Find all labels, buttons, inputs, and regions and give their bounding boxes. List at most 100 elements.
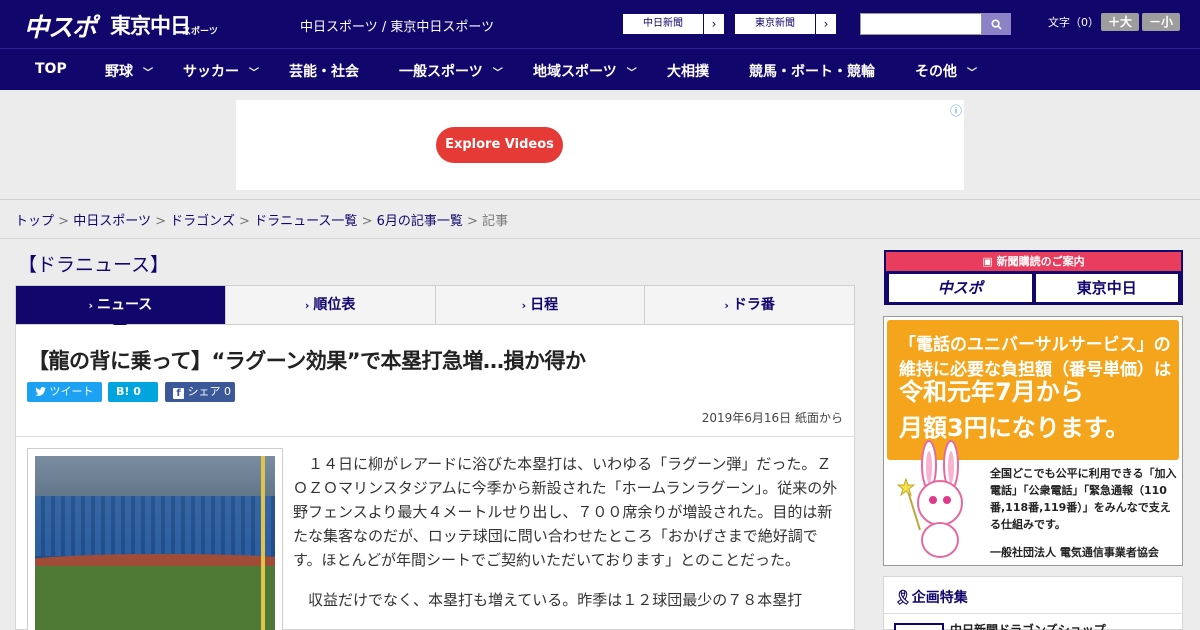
chuspo-logo[interactable]: 中スポ xyxy=(24,8,97,44)
article-dateline: 2019年6月16日 紙面から xyxy=(701,411,843,425)
breadcrumb-separator: > xyxy=(239,214,250,229)
nav-item-label: 地域スポーツ xyxy=(533,64,617,80)
search-button[interactable] xyxy=(982,13,1011,35)
font-larger-button[interactable]: ＋大 xyxy=(1101,13,1139,31)
photo-foul-pole xyxy=(261,456,265,630)
nav-item-entertainment[interactable]: 芸能・社会 xyxy=(289,61,359,81)
stadium-photo xyxy=(35,456,275,630)
nav-item-sumo[interactable]: 大相撲 xyxy=(667,61,709,81)
subscription-box[interactable]: ▣ 新聞購読のご案内 中スポ 東京中日 xyxy=(884,250,1183,305)
section-tabs: › ニュース › 順位表 › 日程 › ドラ番 xyxy=(15,285,855,332)
article-photo-frame[interactable] xyxy=(27,448,283,630)
bunny-mascot-icon xyxy=(896,440,963,558)
nav-item-keiba[interactable]: 競馬・ボート・競輪 xyxy=(749,61,875,81)
chevron-right-icon: › xyxy=(521,299,527,312)
tab-label: 日程 xyxy=(530,297,559,313)
nav-item-label: 大相撲 xyxy=(667,64,709,80)
nav-item-other[interactable]: その他 ﹀ xyxy=(915,61,977,81)
nav-item-label: 競馬・ボート・競輪 xyxy=(749,64,875,80)
search-input[interactable] xyxy=(860,13,982,35)
tab-label: 順位表 xyxy=(313,297,356,313)
subscription-heading-label: 新聞購読のご案内 xyxy=(996,255,1085,268)
photo-field xyxy=(35,566,275,630)
nav-item-label: 野球 xyxy=(105,64,133,80)
article-body: １４日に柳がレアードに浴びた本塁打は、いわゆる「ラグーン弾」だった。ＺＯＺＯマリ… xyxy=(293,452,841,628)
chevron-right-icon: › xyxy=(703,14,724,34)
feature-box: 🎗企画特集 中日新聞ドラゴンズショップ xyxy=(883,576,1183,630)
main-nav: TOP 野球 ﹀ サッカー ﹀ 芸能・社会 一般スポーツ ﹀ 地域スポーツ ﹀ 大相撲 … xyxy=(0,48,1200,90)
tab-standings[interactable]: › 順位表 xyxy=(224,286,435,324)
nav-item-soccer[interactable]: サッカー ﹀ xyxy=(183,61,259,81)
article-divider xyxy=(16,436,854,437)
nav-item-label: 芸能・社会 xyxy=(289,64,359,80)
breadcrumb-separator: > xyxy=(361,214,373,229)
tweet-button[interactable]: ツイート xyxy=(27,382,102,402)
hatena-label: B! 0 xyxy=(116,385,141,398)
tab-news[interactable]: › ニュース xyxy=(16,286,225,332)
subscription-heading: ▣ 新聞購読のご案内 xyxy=(886,252,1181,271)
hatena-bookmark-button[interactable]: B! 0 xyxy=(108,382,158,402)
chevron-down-icon: ﹀ xyxy=(626,68,637,79)
breadcrumb-dragons[interactable]: ドラゴンズ xyxy=(170,214,235,229)
article-paragraph: １４日に柳がレアードに浴びた本塁打は、いわゆる「ラグーン弾」だった。ＺＯＺＯマリ… xyxy=(293,455,838,569)
promo-line2: 令和元年7月から xyxy=(899,378,1084,406)
nav-item-label: サッカー xyxy=(183,64,239,80)
tokyo-chunichi-logo[interactable]: 東京中日 xyxy=(110,10,191,40)
ad-area: Explore Videos ⓘ xyxy=(0,90,1200,200)
universal-service-promo[interactable]: 「電話のユニバーサルサービス」の 維持に必要な負担額（番号単価）は 令和元年7月か… xyxy=(883,316,1183,566)
font-smaller-button[interactable]: －小 xyxy=(1142,13,1180,31)
chevron-down-icon: ﹀ xyxy=(143,68,153,79)
breadcrumb-june-list[interactable]: 6月の記事一覧 xyxy=(377,214,463,229)
feature-title-label: 企画特集 xyxy=(911,590,968,606)
nav-item-top[interactable]: TOP xyxy=(35,61,67,77)
subscribe-tokyo-chunichi-link[interactable]: 東京中日 xyxy=(1035,274,1178,302)
site-title: 中日スポーツ / 東京中日スポーツ xyxy=(300,20,495,35)
facebook-share-button[interactable]: f シェア 0 xyxy=(165,382,235,402)
promo-organization: 一般社団法人 電気通信事業者協会 xyxy=(990,546,1159,559)
article-headline: 【龍の背に乗って】“ラグーン効果”で本塁打急増…損か得か xyxy=(28,349,586,373)
article: 【龍の背に乗って】“ラグーン効果”で本塁打急増…損か得か ツイート B! 0 f… xyxy=(15,325,855,630)
breadcrumb-chunichi-sports[interactable]: 中日スポーツ xyxy=(73,214,151,229)
article-paragraph: 収益だけでなく、本塁打も増えている。昨季は１２球団最少の７８本塁打 xyxy=(308,591,803,609)
nav-item-label: TOP xyxy=(35,61,67,77)
nav-item-general-sports[interactable]: 一般スポーツ ﹀ xyxy=(399,61,503,81)
breadcrumb: トップ > 中日スポーツ > ドラゴンズ > ドラニュース一覧 > 6月の記事一… xyxy=(15,210,508,229)
photo-seats xyxy=(35,496,275,556)
breadcrumb-top[interactable]: トップ xyxy=(15,214,54,229)
tab-label: ドラ番 xyxy=(732,297,775,313)
breadcrumb-dranews-list[interactable]: ドラニュース一覧 xyxy=(254,214,357,229)
tokyo-shimbun-link[interactable]: 東京新聞 › xyxy=(734,13,837,35)
tweet-label: ツイート xyxy=(49,385,94,398)
ribbon-icon: 🎗 xyxy=(894,590,912,606)
chevron-right-icon: › xyxy=(88,299,93,312)
info-icon[interactable]: ⓘ xyxy=(950,102,962,119)
breadcrumb-separator: > xyxy=(58,214,70,229)
nav-item-baseball[interactable]: 野球 ﹀ xyxy=(105,61,153,81)
chunichi-shimbun-label: 中日新聞 xyxy=(643,18,683,29)
nav-item-local-sports[interactable]: 地域スポーツ ﹀ xyxy=(533,61,637,81)
feature-divider xyxy=(884,613,1182,614)
feature-item[interactable]: 中日新聞ドラゴンズショップ xyxy=(950,621,1106,630)
subscribe-chuspo-link[interactable]: 中スポ xyxy=(889,274,1032,302)
facebook-icon: f xyxy=(173,388,184,399)
chunichi-shimbun-link[interactable]: 中日新聞 › xyxy=(622,13,725,35)
font-size-label: 文字（0） xyxy=(1048,16,1099,29)
breadcrumb-separator: > xyxy=(467,214,478,229)
tab-label: ニュース xyxy=(96,297,153,313)
ad-banner[interactable]: Explore Videos ⓘ xyxy=(236,100,964,190)
breadcrumb-separator: > xyxy=(155,214,166,229)
nav-item-label: その他 xyxy=(915,64,957,80)
subscription-logos: 中スポ 東京中日 xyxy=(886,271,1181,305)
explore-videos-button[interactable]: Explore Videos xyxy=(436,127,563,163)
feature-title: 🎗企画特集 xyxy=(894,587,968,607)
search-icon xyxy=(991,19,1002,30)
chevron-down-icon: ﹀ xyxy=(249,68,259,79)
promo-description: 全国どこでも公平に利用できる「加入電話」「公衆電話」「緊急通報（110番,118… xyxy=(990,467,1177,531)
tab-draban[interactable]: › ドラ番 xyxy=(644,286,854,324)
tab-schedule[interactable]: › 日程 xyxy=(434,286,645,324)
feature-thumbnail[interactable] xyxy=(894,623,944,630)
tokyo-shimbun-label: 東京新聞 xyxy=(755,18,795,29)
breadcrumb-current: 記事 xyxy=(482,214,509,229)
nav-item-label: 一般スポーツ xyxy=(399,64,483,80)
newspaper-icon: ▣ xyxy=(982,255,997,268)
